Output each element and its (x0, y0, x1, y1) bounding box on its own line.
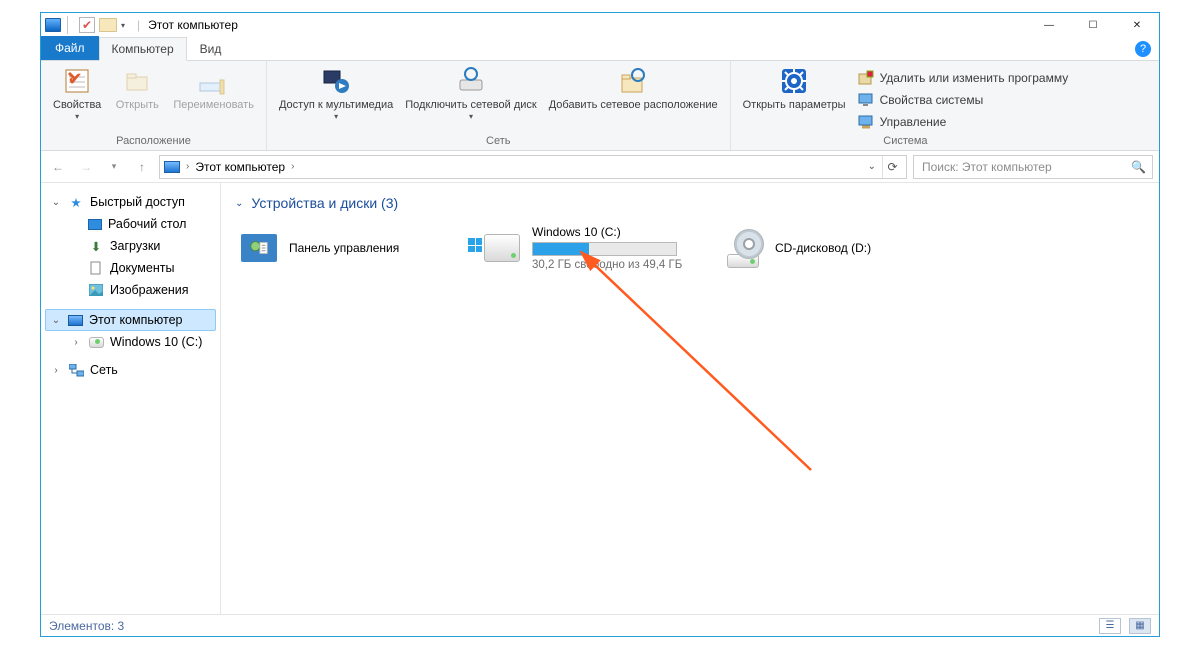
rename-button: Переименовать (169, 63, 258, 114)
address-bar[interactable]: › Этот компьютер › ⌄ ⟳ (159, 155, 907, 179)
explorer-window: ✔ ▾ | Этот компьютер — ☐ ✕ Файл Компьюте… (40, 12, 1160, 637)
sidebar-item-network[interactable]: › Сеть (45, 359, 216, 381)
quick-access-toolbar: ✔ ▾ | (41, 16, 144, 34)
sidebar-item-downloads[interactable]: ⬇ Загрузки (65, 235, 216, 257)
ribbon-group-network: Доступ к мультимедиа ▾ Подключить сетево… (267, 61, 731, 150)
sidebar-item-quick-access[interactable]: ⌄ ★ Быстрый доступ (45, 191, 216, 213)
open-button: Открыть (109, 63, 165, 114)
breadcrumb-this-pc[interactable]: Этот компьютер (195, 160, 285, 174)
drive-usage-bar (532, 242, 677, 256)
sidebar-item-pictures[interactable]: Изображения (65, 279, 216, 301)
breadcrumb-chevron-icon[interactable]: › (186, 161, 189, 172)
media-access-button[interactable]: Доступ к мультимедиа ▾ (275, 63, 397, 123)
open-settings-button[interactable]: Открыть параметры (739, 63, 850, 114)
window-title: Этот компьютер (148, 18, 238, 32)
ribbon-group-label: Система (883, 133, 927, 150)
tile-drive-c[interactable]: Windows 10 (C:) 30,2 ГБ свободно из 49,4… (478, 221, 703, 275)
refresh-button[interactable]: ⟳ (882, 156, 902, 178)
search-icon[interactable]: 🔍 (1131, 160, 1146, 174)
status-item-count: Элементов: 3 (49, 619, 124, 633)
app-icon (45, 18, 61, 32)
new-folder-qat-button[interactable] (99, 18, 117, 32)
tab-view[interactable]: Вид (187, 36, 235, 60)
forward-button[interactable]: → (75, 156, 97, 178)
chevron-down-icon: ▾ (75, 112, 79, 121)
drive-icon (88, 335, 104, 349)
view-tiles-button[interactable]: ▦ (1129, 618, 1151, 634)
address-history-dropdown[interactable]: ⌄ (868, 161, 876, 172)
ribbon-tabs: Файл Компьютер Вид ? (41, 37, 1159, 61)
manage-button[interactable]: Управление (854, 111, 1073, 132)
navigation-bar: ← → ▾ ↑ › Этот компьютер › ⌄ ⟳ 🔍 (41, 151, 1159, 183)
group-header-devices[interactable]: ⌄ Устройства и диски (3) (235, 195, 1145, 211)
properties-button[interactable]: ✔ Свойства ▾ (49, 63, 105, 123)
uninstall-program-button[interactable]: Удалить или изменить программу (854, 67, 1073, 88)
content-pane[interactable]: ⌄ Устройства и диски (3) Панель управлен… (221, 183, 1159, 614)
drive-icon (482, 228, 522, 268)
ribbon-group-system: Открыть параметры Удалить или изменить п… (731, 61, 1081, 150)
sidebar-item-c-drive[interactable]: › Windows 10 (C:) (65, 331, 216, 353)
sidebar-item-this-pc[interactable]: ⌄ Этот компьютер (45, 309, 216, 331)
sidebar-item-documents[interactable]: Документы (65, 257, 216, 279)
documents-icon (88, 261, 104, 275)
tile-control-panel[interactable]: Панель управления (235, 221, 460, 275)
ribbon-group-label: Расположение (116, 133, 191, 150)
system-properties-button[interactable]: Свойства системы (854, 89, 1073, 110)
title-bar: ✔ ▾ | Этот компьютер — ☐ ✕ (41, 13, 1159, 37)
breadcrumb-chevron-icon[interactable]: › (291, 161, 294, 172)
collapse-icon[interactable]: ⌄ (50, 315, 62, 326)
view-details-button[interactable]: ☰ (1099, 618, 1121, 634)
star-icon: ★ (68, 195, 84, 209)
desktop-icon (88, 219, 102, 230)
qat-dropdown-icon[interactable]: ▾ (121, 21, 125, 30)
map-drive-button[interactable]: Подключить сетевой диск ▾ (401, 63, 540, 123)
navigation-pane[interactable]: ⌄ ★ Быстрый доступ Рабочий стол ⬇ Загруз… (41, 183, 221, 614)
collapse-icon[interactable]: ⌄ (50, 197, 62, 208)
control-panel-icon (239, 228, 279, 268)
this-pc-icon (164, 161, 180, 173)
maximize-button[interactable]: ☐ (1071, 13, 1115, 37)
ribbon-group-label: Сеть (486, 133, 510, 150)
minimize-button[interactable]: — (1027, 13, 1071, 37)
up-button[interactable]: ↑ (131, 156, 153, 178)
properties-qat-button[interactable]: ✔ (79, 17, 95, 33)
tab-computer[interactable]: Компьютер (99, 37, 187, 61)
monitor-icon (858, 92, 874, 108)
body: ⌄ ★ Быстрый доступ Рабочий стол ⬇ Загруз… (41, 183, 1159, 614)
expand-icon[interactable]: › (50, 365, 62, 376)
chevron-down-icon[interactable]: ⌄ (235, 198, 243, 209)
tile-cd-drive[interactable]: CD-дисковод (D:) (721, 221, 946, 275)
this-pc-icon (68, 315, 83, 326)
help-icon[interactable]: ? (1135, 41, 1151, 57)
back-button[interactable]: ← (47, 156, 69, 178)
manage-icon (858, 114, 874, 130)
recent-locations-button[interactable]: ▾ (103, 156, 125, 178)
chevron-down-icon: ▾ (334, 112, 338, 121)
ribbon-group-location: ✔ Свойства ▾ Открыть Переименовать Распо… (41, 61, 267, 150)
ribbon: ✔ Свойства ▾ Открыть Переименовать Распо… (41, 61, 1159, 151)
cd-drive-icon (725, 228, 765, 268)
pictures-icon (88, 283, 104, 297)
qat-separator: | (137, 18, 140, 32)
close-button[interactable]: ✕ (1115, 13, 1159, 37)
uninstall-icon (858, 70, 874, 86)
qat-separator (67, 16, 73, 34)
tab-file[interactable]: Файл (41, 36, 99, 60)
status-bar: Элементов: 3 ☰ ▦ (41, 614, 1159, 636)
chevron-down-icon: ▾ (469, 112, 473, 121)
expand-icon[interactable]: › (70, 337, 82, 348)
search-box[interactable]: 🔍 (913, 155, 1153, 179)
search-input[interactable] (920, 159, 1125, 175)
downloads-icon: ⬇ (88, 239, 104, 253)
annotation-arrow (561, 240, 821, 500)
sidebar-item-desktop[interactable]: Рабочий стол (65, 213, 216, 235)
add-network-location-button[interactable]: Добавить сетевое расположение (545, 63, 722, 114)
network-icon (68, 363, 84, 377)
